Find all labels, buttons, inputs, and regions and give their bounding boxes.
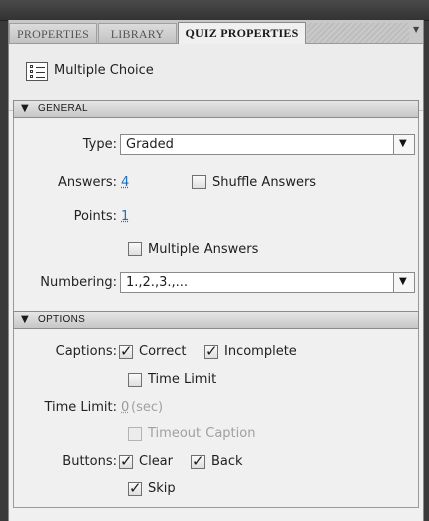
correct-checkbox[interactable]: ✓ xyxy=(119,342,133,360)
time-limit-label: Time Limit: xyxy=(44,400,117,415)
general-section-header[interactable]: ▼ GENERAL xyxy=(13,100,419,118)
numbering-dropdown[interactable]: 1.,2.,3.,... ▼ xyxy=(120,272,415,293)
check-icon: ✓ xyxy=(205,342,218,360)
multiple-answers-checkbox[interactable] xyxy=(128,242,142,256)
incomplete-label: Incomplete xyxy=(224,344,297,359)
multiple-answers-label: Multiple Answers xyxy=(148,242,259,257)
back-label: Back xyxy=(211,454,243,469)
general-section-title: GENERAL xyxy=(38,103,88,114)
captions-label: Captions: xyxy=(55,344,117,359)
points-label: Points: xyxy=(73,209,117,224)
app-window: PROPERTIES LIBRARY QUIZ PROPERTIES ▼ Mul… xyxy=(0,0,429,521)
numbering-label: Numbering: xyxy=(40,275,117,290)
panel-menu-icon[interactable]: ▼ xyxy=(413,25,419,34)
panel-tabs: PROPERTIES LIBRARY QUIZ PROPERTIES ▼ xyxy=(9,20,423,44)
question-type-title: Multiple Choice xyxy=(54,63,154,78)
collapse-arrow-icon: ▼ xyxy=(21,314,29,325)
type-label: Type: xyxy=(82,137,117,152)
numbering-dropdown-button[interactable]: ▼ xyxy=(393,273,414,292)
check-icon: ✓ xyxy=(192,452,205,470)
multiple-choice-icon xyxy=(26,62,48,81)
timeout-caption-checkbox[interactable] xyxy=(128,427,142,441)
skip-label: Skip xyxy=(148,481,176,496)
section-bottom-border xyxy=(13,507,419,508)
buttons-label: Buttons: xyxy=(62,454,117,469)
check-icon: ✓ xyxy=(120,452,133,470)
chevron-down-icon: ▼ xyxy=(399,276,407,287)
time-limit-checkbox[interactable] xyxy=(128,373,142,387)
numbering-value: 1.,2.,3.,... xyxy=(126,275,189,290)
clear-checkbox[interactable]: ✓ xyxy=(119,452,133,470)
time-limit-unit: (sec) xyxy=(131,400,164,415)
tab-library[interactable]: LIBRARY xyxy=(98,23,177,43)
title-bar xyxy=(0,0,429,21)
tab-strip-fill xyxy=(307,23,409,43)
time-limit-value[interactable]: 0 xyxy=(121,400,129,415)
options-section-title: OPTIONS xyxy=(38,314,86,325)
points-value[interactable]: 1 xyxy=(121,209,129,224)
type-value: Graded xyxy=(126,137,174,152)
clear-label: Clear xyxy=(139,454,173,469)
check-icon: ✓ xyxy=(120,342,133,360)
tab-quiz-properties[interactable]: QUIZ PROPERTIES xyxy=(178,22,306,44)
incomplete-checkbox[interactable]: ✓ xyxy=(204,342,218,360)
collapse-arrow-icon: ▼ xyxy=(21,103,29,114)
shuffle-answers-label: Shuffle Answers xyxy=(212,175,317,190)
answers-value[interactable]: 4 xyxy=(121,175,129,190)
options-section-header[interactable]: ▼ OPTIONS xyxy=(13,311,419,329)
shuffle-answers-checkbox[interactable] xyxy=(192,175,206,189)
check-icon: ✓ xyxy=(129,479,142,497)
timeout-caption-label: Timeout Caption xyxy=(148,426,256,441)
correct-label: Correct xyxy=(139,344,187,359)
back-checkbox[interactable]: ✓ xyxy=(191,452,205,470)
answers-label: Answers: xyxy=(57,175,117,190)
chevron-down-icon: ▼ xyxy=(399,138,407,149)
skip-checkbox[interactable]: ✓ xyxy=(128,479,142,497)
quiz-properties-panel: PROPERTIES LIBRARY QUIZ PROPERTIES ▼ Mul… xyxy=(8,20,424,521)
type-dropdown[interactable]: Graded ▼ xyxy=(120,134,415,155)
tab-properties[interactable]: PROPERTIES xyxy=(9,23,97,43)
type-dropdown-button[interactable]: ▼ xyxy=(393,135,414,154)
time-limit-checkbox-label: Time Limit xyxy=(148,372,217,387)
